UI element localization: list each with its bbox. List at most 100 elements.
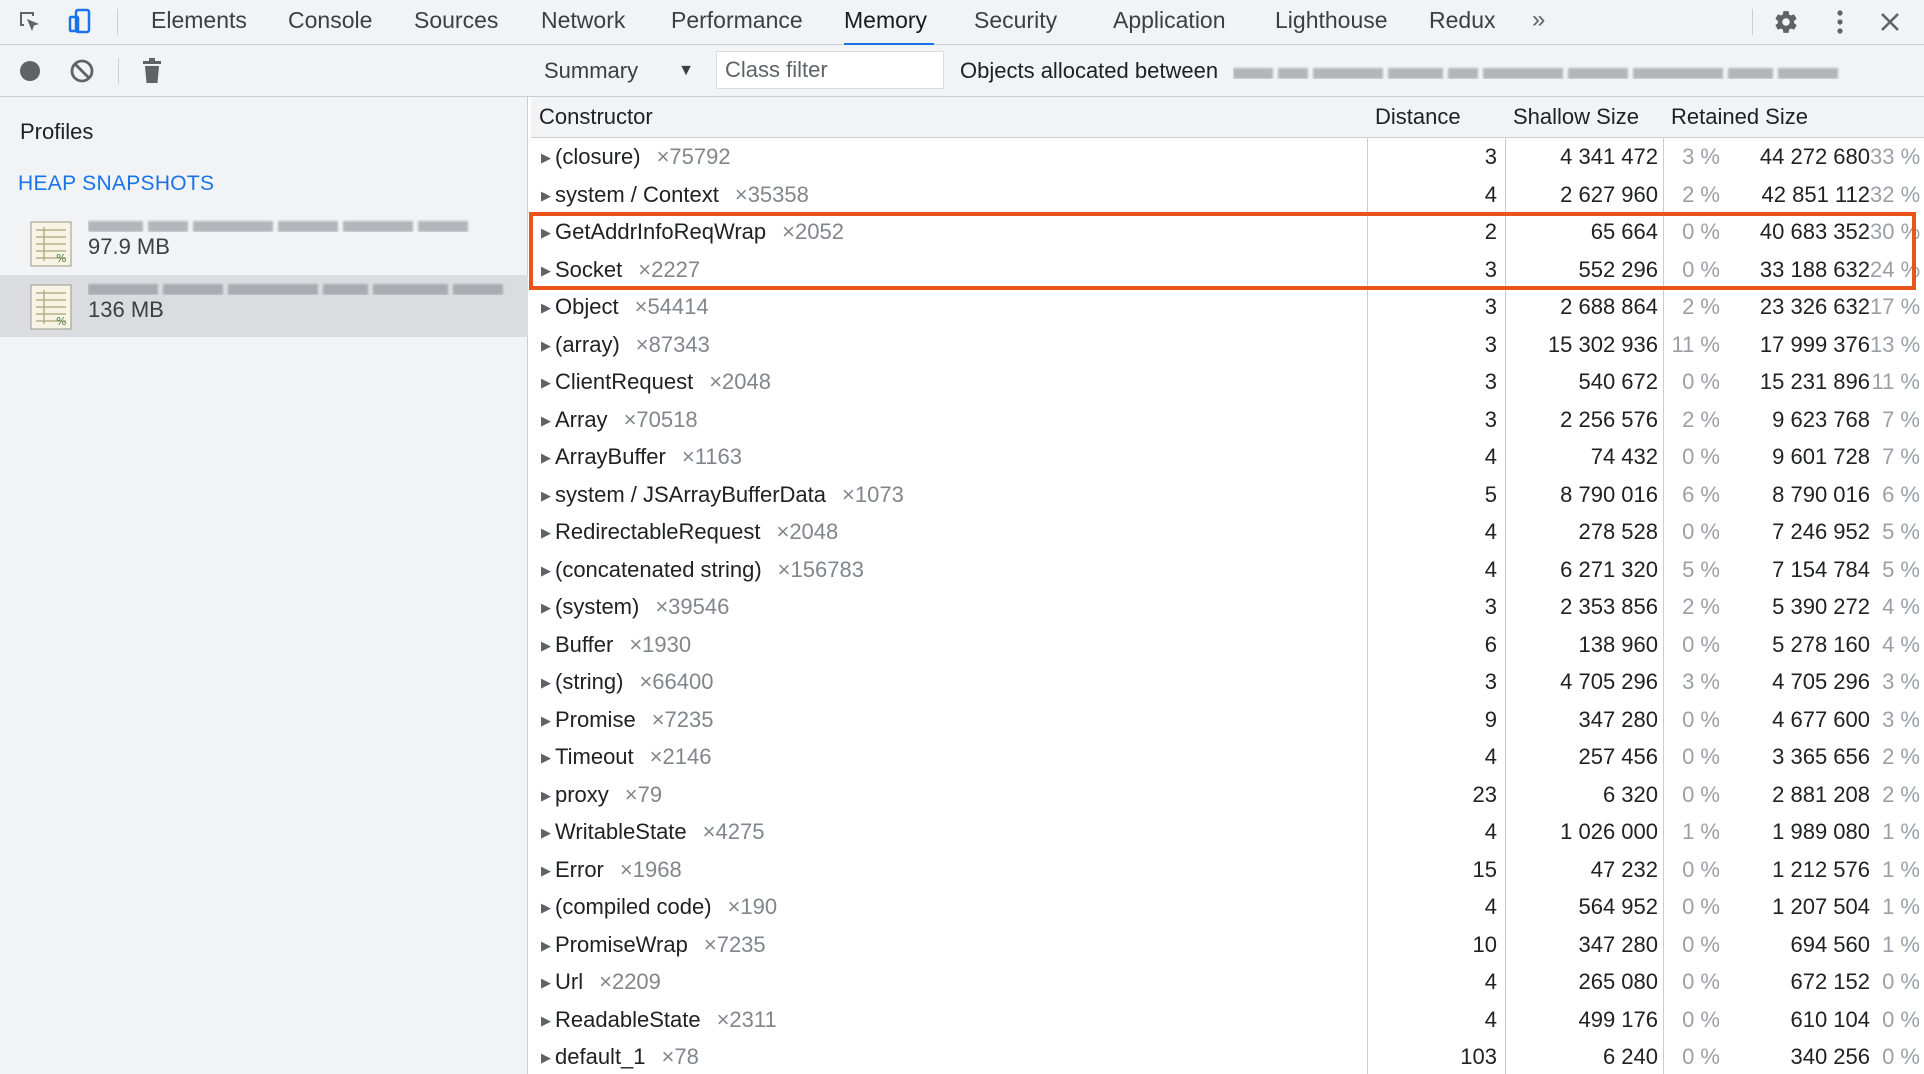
- table-row[interactable]: ▶ (system) ×39546 3 2 353 856 2 % 5 390 272 4 %: [531, 588, 1924, 626]
- expand-triangle-icon[interactable]: ▶: [541, 889, 555, 927]
- instance-count: ×75792: [656, 144, 731, 169]
- expand-triangle-icon[interactable]: ▶: [541, 1039, 555, 1074]
- expand-triangle-icon[interactable]: ▶: [541, 552, 555, 590]
- tab-console[interactable]: Console: [288, 0, 376, 44]
- tab-memory[interactable]: Memory: [844, 0, 934, 46]
- allocation-range-select-redacted[interactable]: [1233, 65, 1908, 79]
- device-toolbar-icon[interactable]: [66, 8, 94, 36]
- expand-triangle-icon[interactable]: ▶: [541, 364, 555, 402]
- shallow-size-percent: 11 %: [1671, 331, 1720, 357]
- more-tabs-button[interactable]: »: [1532, 0, 1545, 44]
- expand-triangle-icon[interactable]: ▶: [541, 514, 555, 552]
- expand-triangle-icon[interactable]: ▶: [541, 927, 555, 965]
- snapshot-item[interactable]: % 97.9 MB: [0, 212, 528, 274]
- table-row[interactable]: ▶ proxy ×79 23 6 320 0 % 2 881 208 2 %: [531, 776, 1924, 814]
- view-select[interactable]: Summary ▼: [544, 54, 694, 88]
- distance-cell: 4: [1484, 1006, 1497, 1032]
- expand-triangle-icon[interactable]: ▶: [541, 964, 555, 1002]
- table-row[interactable]: ▶ (compiled code) ×190 4 564 952 0 % 1 207 504…: [531, 888, 1924, 926]
- tab-performance[interactable]: Performance: [671, 0, 803, 44]
- tab-label: Elements: [151, 7, 247, 33]
- expand-triangle-icon[interactable]: ▶: [541, 739, 555, 777]
- tab-network[interactable]: Network: [541, 0, 629, 44]
- table-row[interactable]: ▶ ReadableState ×2311 4 499 176 0 % 610 104 0 %: [531, 1001, 1924, 1039]
- retained-size-cell: 1 989 080: [1772, 819, 1870, 844]
- tab-security[interactable]: Security: [974, 0, 1060, 44]
- table-row[interactable]: ▶ (closure) ×75792 3 4 341 472 3 % 44 272 680 3…: [531, 138, 1924, 176]
- tab-application[interactable]: Application: [1113, 0, 1246, 44]
- shallow-size-cell: 8 790 016: [1560, 481, 1658, 507]
- expand-triangle-icon[interactable]: ▶: [541, 814, 555, 852]
- table-row[interactable]: ▶ ClientRequest ×2048 3 540 672 0 % 15 231 896…: [531, 363, 1924, 401]
- expand-triangle-icon[interactable]: ▶: [541, 439, 555, 477]
- instance-count: ×2048: [776, 519, 839, 544]
- constructor-name: Timeout: [555, 744, 634, 769]
- expand-triangle-icon[interactable]: ▶: [541, 589, 555, 627]
- expand-triangle-icon[interactable]: ▶: [541, 177, 555, 215]
- expand-triangle-icon[interactable]: ▶: [541, 1002, 555, 1040]
- table-row[interactable]: ▶ WritableState ×4275 4 1 026 000 1 % 1 989 08…: [531, 813, 1924, 851]
- instance-count: ×1163: [681, 444, 743, 469]
- settings-gear-icon[interactable]: [1772, 8, 1800, 36]
- retained-size-percent: 0 %: [1882, 1044, 1920, 1069]
- instance-count: ×66400: [639, 669, 714, 694]
- table-row[interactable]: ▶ Buffer ×1930 6 138 960 0 % 5 278 160 4 %: [531, 626, 1924, 664]
- tab-sources[interactable]: Sources: [414, 0, 499, 44]
- table-row[interactable]: ▶ system / Context ×35358 4 2 627 960 2 % 42 8…: [531, 176, 1924, 214]
- expand-triangle-icon[interactable]: ▶: [541, 702, 555, 740]
- retained-size-column-header[interactable]: Retained Size: [1663, 97, 1924, 137]
- clear-icon[interactable]: [68, 57, 96, 85]
- shallow-size-cell: 2 256 576: [1560, 406, 1658, 432]
- tab-label: Application: [1113, 7, 1226, 33]
- expand-triangle-icon[interactable]: ▶: [541, 289, 555, 327]
- constructor-name: ClientRequest: [555, 369, 694, 394]
- table-row[interactable]: ▶ system / JSArrayBufferData ×1073 5 8 790 0…: [531, 476, 1924, 514]
- table-row[interactable]: ▶ Array ×70518 3 2 256 576 2 % 9 623 768 7 %: [531, 401, 1924, 439]
- tab-lighthouse[interactable]: Lighthouse: [1275, 0, 1388, 44]
- expand-triangle-icon[interactable]: ▶: [541, 627, 555, 665]
- retained-size-percent: 4 %: [1882, 594, 1920, 619]
- table-row[interactable]: ▶ GetAddrInfoReqWrap ×2052 2 65 664 0 % 40 683…: [531, 213, 1924, 251]
- table-row[interactable]: ▶ (array) ×87343 3 15 302 936 11 % 17 999 376 1…: [531, 326, 1924, 364]
- expand-triangle-icon[interactable]: ▶: [541, 327, 555, 365]
- constructor-column-header[interactable]: Constructor: [531, 97, 1367, 137]
- expand-triangle-icon[interactable]: ▶: [541, 852, 555, 890]
- shallow-size-percent: 3 %: [1682, 669, 1720, 694]
- retained-size-percent: 1 %: [1882, 856, 1920, 882]
- inspect-element-icon[interactable]: [16, 8, 44, 36]
- expand-triangle-icon[interactable]: ▶: [541, 139, 555, 177]
- table-row[interactable]: ▶ Object ×54414 3 2 688 864 2 % 23 326 632 17 %: [531, 288, 1924, 326]
- constructor-name: (concatenated string): [555, 556, 762, 582]
- snapshot-item-selected[interactable]: % 136 MB: [0, 275, 528, 337]
- shallow-size-cell: 2 627 960: [1560, 181, 1658, 207]
- table-row[interactable]: ▶ ArrayBuffer ×1163 4 74 432 0 % 9 601 728 7 %: [531, 438, 1924, 476]
- expand-triangle-icon[interactable]: ▶: [541, 214, 555, 252]
- expand-triangle-icon[interactable]: ▶: [541, 402, 555, 440]
- expand-triangle-icon[interactable]: ▶: [541, 252, 555, 290]
- class-filter-input[interactable]: [716, 51, 944, 89]
- table-row[interactable]: ▶ Promise ×7235 9 347 280 0 % 4 677 600 3 %: [531, 701, 1924, 739]
- table-row[interactable]: ▶ Error ×1968 15 47 232 0 % 1 212 576 1 %: [531, 851, 1924, 889]
- expand-triangle-icon[interactable]: ▶: [541, 664, 555, 702]
- record-icon[interactable]: [16, 57, 44, 85]
- table-row[interactable]: ▶ PromiseWrap ×7235 10 347 280 0 % 694 560 1 %: [531, 926, 1924, 964]
- retained-size-cell: 7 154 784: [1772, 556, 1870, 582]
- tab-redux[interactable]: Redux: [1429, 0, 1502, 44]
- table-row[interactable]: ▶ default_1 ×78 103 6 240 0 % 340 256 0 %: [531, 1038, 1924, 1074]
- constructor-name: Buffer: [555, 631, 614, 657]
- tab-elements[interactable]: Elements: [151, 0, 255, 44]
- shallow-size-column-header[interactable]: Shallow Size: [1505, 97, 1663, 137]
- table-row[interactable]: ▶ (concatenated string) ×156783 4 6 271 320 5…: [531, 551, 1924, 589]
- table-row[interactable]: ▶ (string) ×66400 3 4 705 296 3 % 4 705 296 3 %: [531, 663, 1924, 701]
- table-row[interactable]: ▶ Socket ×2227 3 552 296 0 % 33 188 632 24 %: [531, 251, 1924, 289]
- svg-text:%: %: [56, 315, 66, 328]
- close-icon[interactable]: [1876, 8, 1904, 36]
- table-row[interactable]: ▶ RedirectableRequest ×2048 4 278 528 0 % 7 24…: [531, 513, 1924, 551]
- distance-column-header[interactable]: Distance: [1367, 97, 1505, 137]
- table-row[interactable]: ▶ Url ×2209 4 265 080 0 % 672 152 0 %: [531, 963, 1924, 1001]
- expand-triangle-icon[interactable]: ▶: [541, 477, 555, 515]
- expand-triangle-icon[interactable]: ▶: [541, 777, 555, 815]
- table-row[interactable]: ▶ Timeout ×2146 4 257 456 0 % 3 365 656 2 %: [531, 738, 1924, 776]
- trash-icon[interactable]: [138, 57, 166, 85]
- kebab-menu-icon[interactable]: [1826, 8, 1854, 36]
